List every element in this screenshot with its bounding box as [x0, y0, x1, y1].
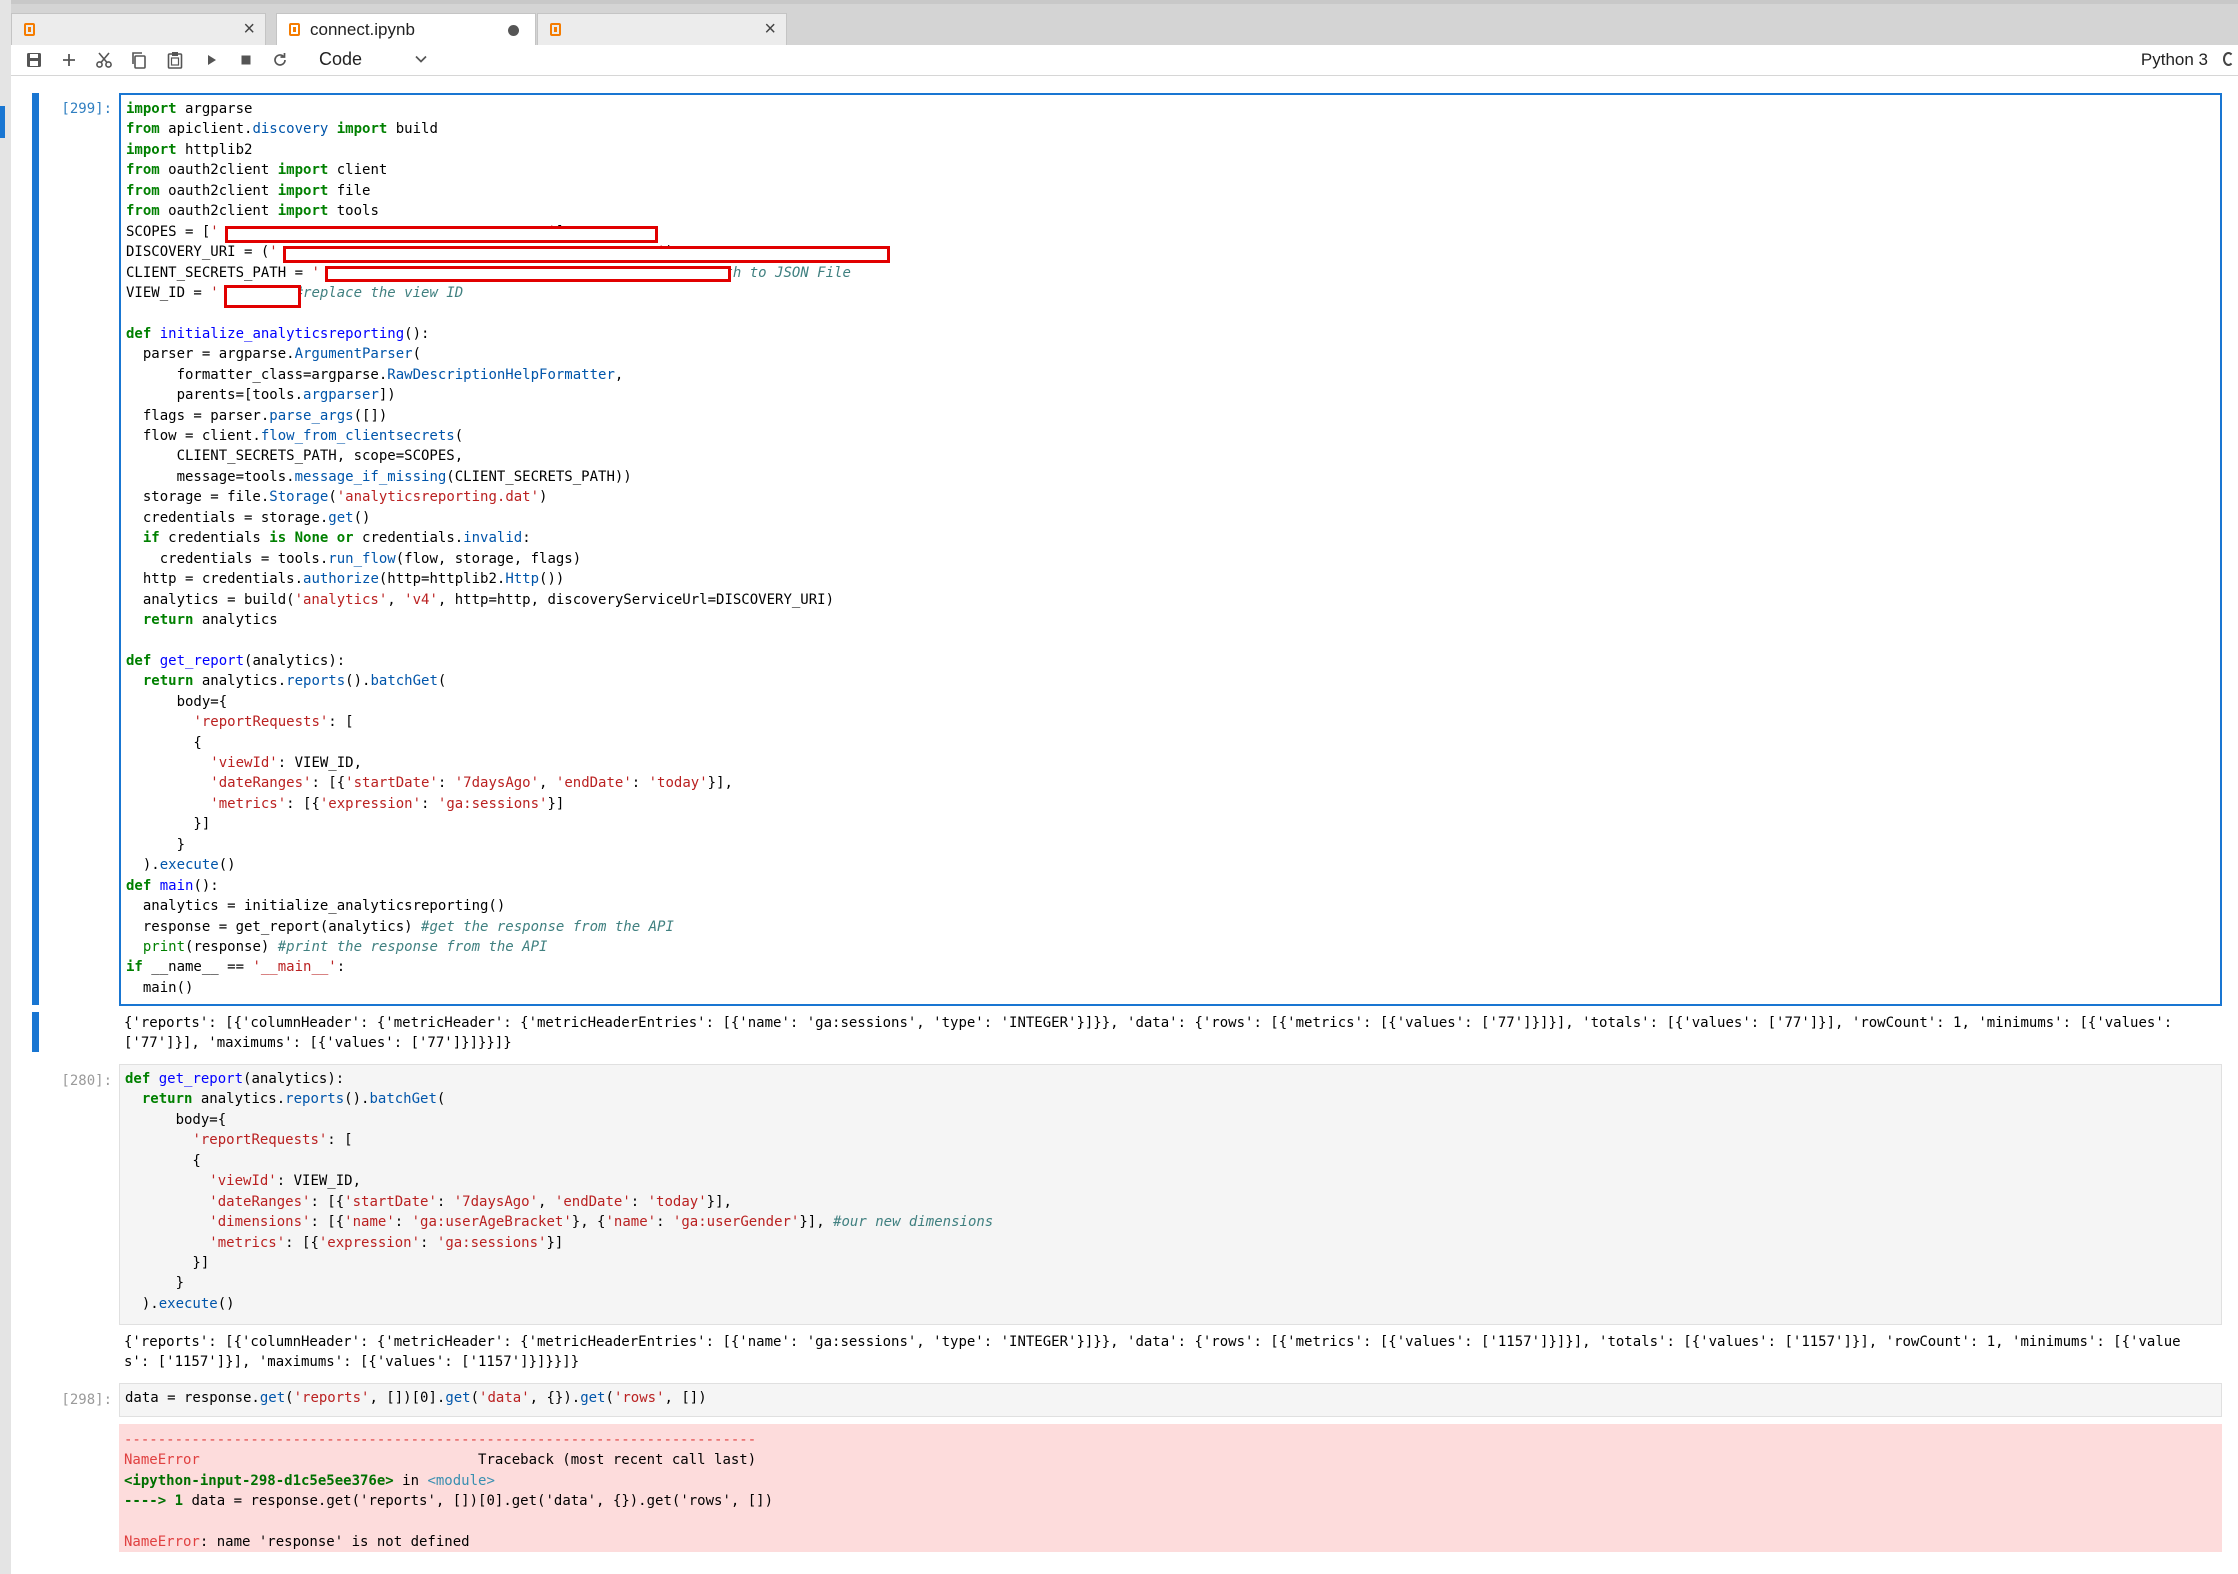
- redaction-box: [283, 246, 890, 263]
- error-message: name 'response' is not defined: [216, 1534, 470, 1551]
- traceback-location: <ipython-input-298-d1c5e5ee376e>: [124, 1472, 394, 1489]
- code-cell-editor[interactable]: data = response.get('reports', [])[0].ge…: [119, 1383, 2222, 1417]
- add-icon[interactable]: [58, 49, 80, 71]
- notebook-toolbar: Code Python 3: [11, 45, 2238, 76]
- error-name: NameError: [124, 1452, 200, 1469]
- code-content[interactable]: data = response.get('reports', [])[0].ge…: [125, 1388, 707, 1408]
- redaction-box: [224, 285, 301, 308]
- stop-icon[interactable]: [235, 49, 257, 71]
- cell-prompt: [299]:: [61, 101, 112, 117]
- traceback-in: in: [402, 1472, 420, 1489]
- code-cell-editor[interactable]: def get_report(analytics): return analyt…: [119, 1064, 2222, 1325]
- notebook-icon: [24, 23, 35, 36]
- kernel-status-icon: [2223, 52, 2234, 66]
- traceback-text: ----------------------------------------…: [124, 1432, 774, 1551]
- output-text: {'reports': [{'columnHeader': {'metricHe…: [124, 1334, 2181, 1371]
- error-output: ----------------------------------------…: [119, 1424, 2222, 1552]
- tab-bar: × connect.ipynb ×: [11, 4, 2238, 46]
- cell-prompt: [280]:: [61, 1073, 112, 1089]
- tab-connect-ipynb[interactable]: connect.ipynb: [276, 13, 536, 46]
- output-collapser[interactable]: [32, 1012, 39, 1052]
- cell-collapser[interactable]: [32, 93, 39, 1005]
- notebook-icon: [550, 23, 561, 36]
- redaction-box: [325, 266, 731, 282]
- tab-notebook-3[interactable]: ×: [537, 13, 787, 45]
- close-icon[interactable]: ×: [764, 18, 776, 40]
- save-icon[interactable]: [23, 49, 45, 71]
- kernel-name[interactable]: Python 3: [2141, 50, 2208, 70]
- tab-notebook-1[interactable]: ×: [11, 13, 266, 45]
- notebook-icon: [289, 23, 300, 36]
- code-cell-editor[interactable]: import argparse from apiclient.discovery…: [119, 93, 2222, 1006]
- left-sidebar-edge: [0, 0, 11, 1574]
- copy-icon[interactable]: [128, 49, 150, 71]
- traceback-module: <module>: [427, 1472, 495, 1489]
- redaction-box: [225, 226, 658, 243]
- traceback-line: data = response.get('reports', [])[0].ge…: [191, 1493, 774, 1510]
- run-icon[interactable]: [200, 49, 222, 71]
- output-text: {'reports': [{'columnHeader': {'metricHe…: [124, 1015, 2173, 1052]
- close-icon[interactable]: ×: [243, 18, 255, 40]
- restart-icon[interactable]: [269, 49, 291, 71]
- chevron-down-icon: [413, 51, 429, 72]
- code-content[interactable]: def get_report(analytics): return analyt…: [125, 1069, 993, 1314]
- traceback-arrow: ----> 1: [124, 1493, 184, 1510]
- tab-label: connect.ipynb: [310, 20, 415, 39]
- cut-icon[interactable]: [93, 49, 115, 71]
- sidebar-active-marker: [0, 106, 5, 138]
- traceback-label: Traceback (most recent call last): [478, 1452, 757, 1469]
- traceback-rule: ----------------------------------------…: [124, 1432, 757, 1448]
- error-name: NameError: [124, 1534, 200, 1551]
- cell-type-select[interactable]: Code: [319, 47, 429, 73]
- paste-icon[interactable]: [164, 49, 186, 71]
- cell-type-value: Code: [319, 49, 363, 69]
- unsaved-dot-icon[interactable]: [508, 25, 519, 36]
- cell-prompt: [298]:: [61, 1392, 112, 1408]
